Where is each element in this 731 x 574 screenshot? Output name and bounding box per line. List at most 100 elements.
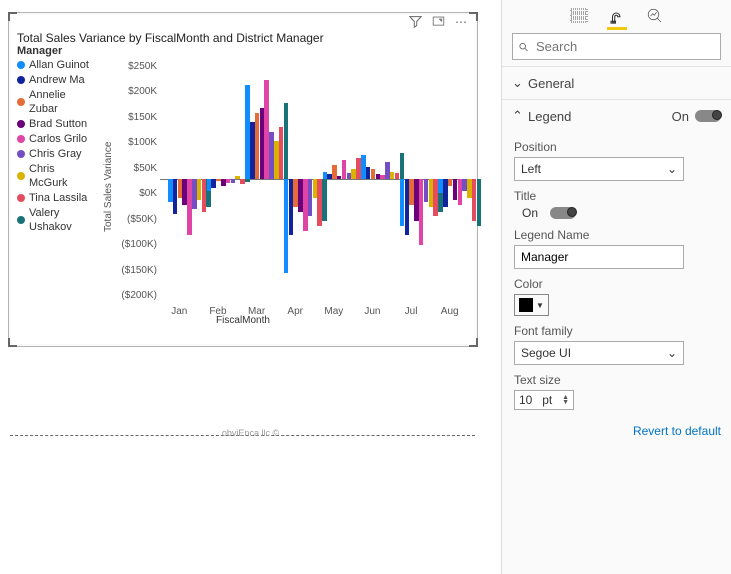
- legend-item[interactable]: Carlos Grilo: [17, 132, 95, 146]
- legend-toggle[interactable]: [695, 110, 721, 122]
- legend-label: Chris McGurk: [29, 162, 95, 190]
- analytics-tab-icon[interactable]: [645, 6, 665, 26]
- legend-item[interactable]: Allan Guinot: [17, 58, 95, 72]
- legend-swatch: [17, 98, 25, 106]
- stepper-buttons[interactable]: ▲▼: [562, 395, 569, 405]
- legend-label: Annelie Zubar: [29, 88, 95, 116]
- bar-group: [315, 61, 354, 301]
- section-legend[interactable]: ⌃ Legend On: [512, 100, 721, 132]
- legend-item[interactable]: Andrew Ma: [17, 73, 95, 87]
- chart-visual[interactable]: ⋯ Total Sales Variance by FiscalMonth an…: [8, 12, 478, 347]
- legend-swatch: [17, 135, 25, 143]
- pane-tabs: [512, 0, 721, 30]
- select-value: Left: [521, 162, 541, 176]
- legend-item[interactable]: Chris McGurk: [17, 162, 95, 190]
- bar-group: [392, 61, 431, 301]
- bar[interactable]: [477, 179, 482, 226]
- section-general[interactable]: ⌄ General: [512, 67, 721, 99]
- section-label: Legend: [528, 109, 571, 124]
- legend-label: Brad Sutton: [29, 117, 87, 131]
- format-pane: ⌄ General ⌃ Legend On Position Left ⌄ Ti…: [501, 0, 731, 574]
- chart-legend: Allan GuinotAndrew MaAnnelie ZubarBrad S…: [9, 57, 101, 317]
- legend-title: Manager: [9, 45, 477, 57]
- section-label: General: [528, 76, 574, 91]
- resize-handle-tr[interactable]: [469, 12, 478, 21]
- position-select[interactable]: Left ⌄: [514, 157, 684, 181]
- chevron-down-icon: ⌄: [512, 75, 522, 91]
- legend-item[interactable]: Valery Ushakov: [17, 206, 95, 234]
- font-family-select[interactable]: Segoe UI ⌄: [514, 341, 684, 365]
- search-icon: [519, 40, 528, 54]
- legend-label: Tina Lassila: [29, 191, 87, 205]
- toggle-state: On: [522, 206, 538, 220]
- legend-label: Chris Gray: [29, 147, 82, 161]
- bar[interactable]: [342, 160, 347, 179]
- legend-swatch: [17, 76, 25, 84]
- field-label: Legend Name: [514, 228, 721, 242]
- legend-label: Allan Guinot: [29, 58, 89, 72]
- legend-item[interactable]: Brad Sutton: [17, 117, 95, 131]
- legend-swatch: [17, 150, 25, 158]
- field-label: Title: [514, 189, 721, 203]
- bar[interactable]: [458, 179, 463, 205]
- bar[interactable]: [380, 175, 385, 179]
- field-label: Font family: [514, 324, 721, 338]
- bar-group: [353, 61, 392, 301]
- legend-title-toggle[interactable]: [550, 207, 576, 219]
- stepper-value: 10: [519, 393, 532, 407]
- chevron-down-icon: ⌄: [667, 162, 677, 176]
- x-axis-ticks: JanFebMarAprMayJunJulAug: [160, 306, 469, 317]
- revert-to-default-link[interactable]: Revert to default: [514, 424, 721, 438]
- bar-group: [160, 61, 199, 301]
- y-axis-ticks: $250K$200K$150K$100K$50K$0K($50K)($100K)…: [116, 57, 160, 317]
- more-options-icon[interactable]: ⋯: [455, 15, 469, 29]
- text-size-stepper[interactable]: 10 pt ▲▼: [514, 390, 574, 410]
- legend-swatch: [17, 194, 25, 202]
- chevron-up-icon: ⌃: [512, 108, 522, 124]
- bar[interactable]: [264, 80, 269, 179]
- bar[interactable]: [419, 179, 424, 245]
- bar-group: [430, 61, 469, 301]
- color-picker[interactable]: ▼: [514, 294, 549, 316]
- legend-item[interactable]: Tina Lassila: [17, 191, 95, 205]
- field-label: Position: [514, 140, 721, 154]
- resize-handle-tl[interactable]: [8, 12, 17, 21]
- legend-item[interactable]: Chris Gray: [17, 147, 95, 161]
- legend-label: Carlos Grilo: [29, 132, 87, 146]
- chevron-down-icon: ⌄: [667, 346, 677, 360]
- bar[interactable]: [226, 179, 231, 183]
- color-preview: [519, 298, 533, 312]
- field-label: Color: [514, 277, 721, 291]
- resize-handle-br[interactable]: [469, 338, 478, 347]
- legend-swatch: [17, 61, 25, 69]
- select-value: Segoe UI: [521, 346, 571, 360]
- legend-swatch: [17, 216, 25, 224]
- focus-mode-icon[interactable]: [432, 15, 445, 29]
- bar-group: [199, 61, 238, 301]
- legend-swatch: [17, 120, 25, 128]
- bar[interactable]: [303, 179, 308, 231]
- toggle-state: On: [672, 109, 689, 124]
- bar-group: [237, 61, 276, 301]
- legend-label: Valery Ushakov: [29, 206, 95, 234]
- plot-area: JanFebMarAprMayJunJulAug: [160, 61, 469, 317]
- field-label: Text size: [514, 373, 721, 387]
- y-axis-label: Total Sales Variance: [101, 57, 116, 317]
- search-input[interactable]: [534, 38, 714, 55]
- resize-handle-bl[interactable]: [8, 338, 17, 347]
- bar[interactable]: [187, 179, 192, 236]
- bar-group: [276, 61, 315, 301]
- search-box[interactable]: [512, 33, 721, 60]
- legend-swatch: [17, 172, 25, 180]
- stepper-unit: pt: [542, 393, 552, 407]
- bar[interactable]: [231, 179, 236, 184]
- report-canvas: ⋯ Total Sales Variance by FiscalMonth an…: [0, 0, 501, 574]
- legend-label: Andrew Ma: [29, 73, 85, 87]
- legend-item[interactable]: Annelie Zubar: [17, 88, 95, 116]
- format-tab-icon[interactable]: [607, 6, 627, 26]
- footer-copyright: obviEnca llc ©: [8, 428, 493, 438]
- legend-name-input[interactable]: [514, 245, 684, 269]
- filter-icon[interactable]: [409, 15, 422, 29]
- caret-down-icon: ▼: [536, 301, 544, 310]
- fields-tab-icon[interactable]: [569, 6, 589, 26]
